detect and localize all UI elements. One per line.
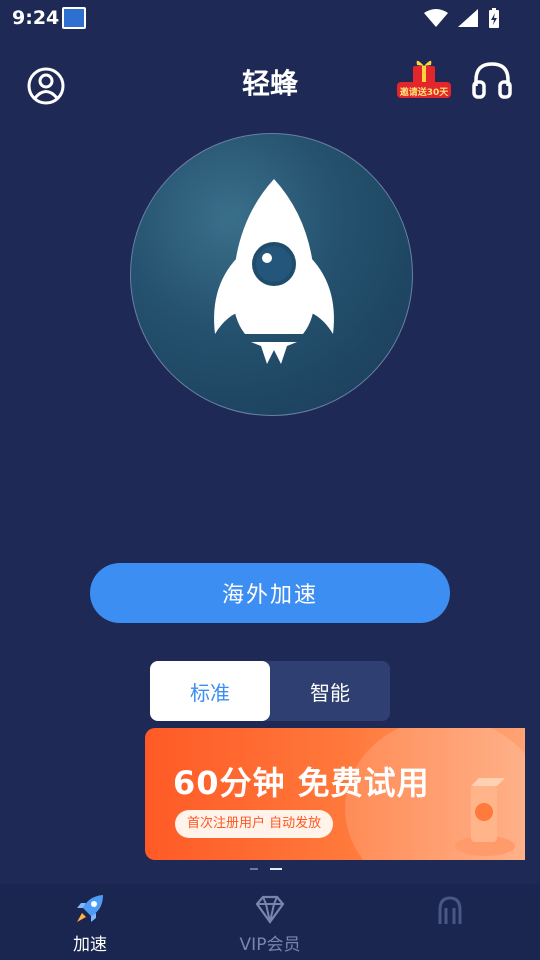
app-header: 轻蜂 邀请送30天 [0, 52, 540, 118]
nav-item-mine[interactable] [390, 892, 510, 930]
connect-rocket-circle[interactable] [130, 133, 413, 416]
banner-title: 60分钟 免费试用 [173, 764, 430, 802]
customer-service-icon[interactable] [470, 58, 514, 102]
nav-label-accelerate: 加速 [73, 935, 107, 955]
mode-option-smart[interactable]: 智能 [270, 661, 390, 721]
pager-dot[interactable] [250, 868, 258, 870]
status-bar: 9:24 [0, 0, 540, 36]
banner-subtitle: 首次注册用户 自动发放 [175, 810, 334, 838]
invite-gift-button[interactable]: 邀请送30天 [395, 56, 453, 100]
nav-item-vip[interactable]: VIP会员 [210, 892, 330, 955]
status-icons [424, 8, 500, 28]
bottom-navigation: 加速 VIP会员 [0, 884, 540, 960]
app-title: 轻蜂 [241, 67, 298, 100]
user-nav-icon [438, 896, 462, 924]
overseas-accelerate-button[interactable]: 海外加速 [90, 563, 450, 623]
clock-illustration-icon [455, 778, 515, 856]
app-notification-icon [62, 7, 86, 29]
mode-option-standard[interactable]: 标准 [150, 661, 270, 721]
diamond-icon [255, 895, 285, 924]
status-time: 9:24 [12, 7, 60, 29]
gift-badge-text: 邀请送30天 [399, 88, 449, 98]
signal-icon [458, 9, 478, 27]
wifi-icon [424, 9, 448, 27]
mode-toggle: 标准 智能 [150, 661, 390, 721]
rocket-nav-icon [77, 895, 103, 922]
free-trial-banner[interactable]: 60分钟 免费试用 首次注册用户 自动发放 [145, 728, 525, 860]
banner-pager [250, 868, 282, 870]
battery-icon [489, 8, 499, 28]
pager-dot-active[interactable] [270, 868, 282, 870]
nav-item-accelerate[interactable]: 加速 [30, 892, 150, 955]
nav-label-vip: VIP会员 [239, 935, 301, 955]
rocket-icon [214, 179, 334, 364]
